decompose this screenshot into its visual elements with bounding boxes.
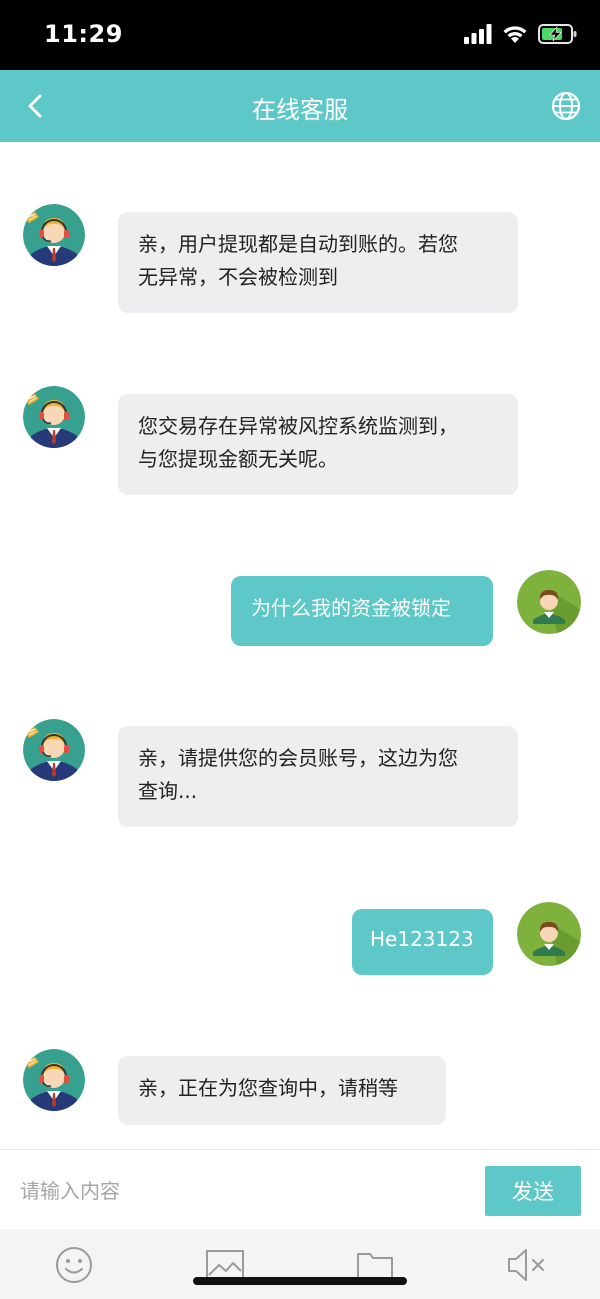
emoji-icon[interactable]: [54, 1245, 94, 1285]
message-text: 亲，用户提现都是自动到账的。若您: [138, 232, 458, 256]
battery-charging-icon: [538, 24, 577, 44]
agent-message-bubble: 亲，请提供您的会员账号，这边为您 查询...: [118, 726, 518, 827]
page-title: 在线客服: [252, 96, 348, 124]
message-text: 您交易存在异常被风控系统监测到，: [138, 414, 458, 438]
message-text: 与您提现金额无关呢。: [138, 447, 338, 471]
agent-avatar: [23, 719, 85, 781]
agent-message-bubble: 亲，正在为您查询中，请稍等: [118, 1056, 446, 1125]
chat-screen: 11:29 在线客服 亲，用户提现都是自动到账的。若您 无异常，不会被检测到 您…: [0, 0, 600, 1299]
message-text: 查询...: [138, 779, 198, 803]
message-text: 为什么我的资金被锁定: [251, 596, 451, 620]
message-text: 亲，正在为您查询中，请稍等: [138, 1076, 398, 1100]
nav-bar: 在线客服: [0, 70, 600, 142]
status-time: 11:29: [44, 20, 123, 48]
status-icons: [464, 24, 578, 44]
send-button[interactable]: 发送: [485, 1166, 581, 1216]
message-text: 无异常，不会被检测到: [138, 265, 338, 289]
agent-message-bubble: 您交易存在异常被风控系统监测到， 与您提现金额无关呢。: [118, 394, 518, 495]
user-message-bubble: 为什么我的资金被锁定: [231, 576, 493, 646]
user-avatar: [517, 570, 581, 634]
home-indicator[interactable]: [193, 1277, 407, 1285]
agent-avatar: [23, 204, 85, 266]
input-bar: 发送: [0, 1149, 600, 1230]
message-input[interactable]: [18, 1170, 462, 1212]
speaker-muted-icon[interactable]: [506, 1245, 546, 1285]
status-bar: 11:29: [0, 0, 600, 70]
user-message-bubble: He123123: [352, 909, 493, 975]
signal-icon: [464, 24, 492, 44]
agent-message-bubble: 亲，用户提现都是自动到账的。若您 无异常，不会被检测到: [118, 212, 518, 313]
agent-avatar: [23, 1049, 85, 1111]
globe-icon[interactable]: [550, 90, 582, 122]
message-text: 亲，请提供您的会员账号，这边为您: [138, 746, 458, 770]
agent-avatar: [23, 386, 85, 448]
user-avatar: [517, 902, 581, 966]
message-list[interactable]: 亲，用户提现都是自动到账的。若您 无异常，不会被检测到 您交易存在异常被风控系统…: [0, 142, 600, 1149]
tool-bar: [0, 1229, 600, 1299]
wifi-icon: [503, 26, 527, 43]
message-text: He123123: [370, 927, 474, 951]
